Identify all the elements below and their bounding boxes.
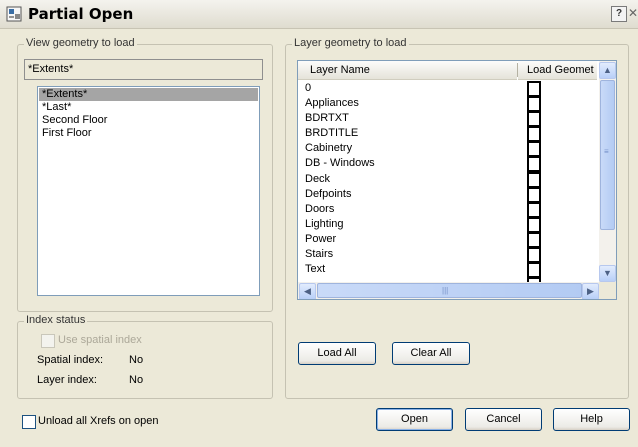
load-geometry-checkbox[interactable] (527, 81, 541, 97)
load-geometry-checkbox[interactable] (527, 186, 541, 203)
load-geometry-checkbox[interactable] (527, 156, 541, 173)
layer-name: DB - Windows (305, 157, 375, 170)
layer-name: Appliances (305, 97, 359, 110)
layer-row[interactable]: Doors (298, 201, 599, 218)
load-all-button[interactable]: Load All (298, 342, 376, 365)
horizontal-scroll-thumb[interactable]: ||| (317, 283, 582, 298)
title-help-button[interactable]: ? (611, 6, 627, 22)
use-spatial-index-label: Use spatial index (58, 334, 142, 346)
layer-row[interactable]: 0 (298, 81, 599, 97)
help-button[interactable]: Help (553, 408, 630, 431)
layer-name: BDRTXT (305, 112, 349, 125)
column-header-load-geometry-label: Load Geomet (527, 64, 594, 76)
column-header-load-geometry[interactable]: Load Geomet (518, 61, 597, 80)
layer-row[interactable]: Deck (298, 171, 599, 188)
view-list-item[interactable]: Second Floor (39, 114, 258, 127)
vertical-thumb-grip: ≡ (604, 147, 609, 156)
layer-listview[interactable]: Layer Name Load Geomet 0 Appliances BDRT… (297, 60, 617, 300)
scrollbar-corner (599, 282, 616, 299)
load-geometry-checkbox[interactable] (527, 141, 541, 158)
spatial-index-label: Spatial index: (37, 354, 104, 366)
layer-rows: 0 Appliances BDRTXT BRDTITLE Cabinetry D… (298, 81, 599, 284)
use-spatial-index-checkbox[interactable] (41, 334, 55, 348)
vertical-scroll-thumb[interactable]: ≡ (600, 80, 615, 230)
view-geometry-legend: View geometry to load (24, 37, 137, 49)
layer-row[interactable]: Appliances (298, 96, 599, 113)
layer-name: 0 (305, 82, 312, 94)
close-icon[interactable]: ✕ (628, 6, 638, 20)
layer-row[interactable]: Power (298, 231, 599, 248)
view-list-item[interactable]: First Floor (39, 127, 258, 140)
spatial-index-value: No (129, 354, 144, 366)
layer-name: Doors (305, 202, 335, 215)
load-geometry-checkbox[interactable] (527, 216, 541, 233)
load-geometry-checkbox[interactable] (527, 171, 541, 188)
column-header-layer-name-label: Layer Name (310, 64, 370, 76)
load-geometry-checkbox[interactable] (527, 201, 541, 218)
layer-name: BRDTITLE (305, 127, 359, 140)
load-geometry-checkbox[interactable] (527, 96, 541, 113)
layer-name: Cabinetry (305, 142, 353, 155)
load-geometry-checkbox[interactable] (527, 111, 541, 128)
cancel-button[interactable]: Cancel (465, 408, 542, 431)
window-title: Partial Open (28, 5, 134, 23)
current-view-value: *Extents* (28, 63, 74, 75)
layer-name: Stairs (305, 248, 334, 261)
unload-xrefs-label: Unload all Xrefs on open (38, 415, 159, 427)
layer-name: Power (305, 232, 337, 245)
layer-row[interactable]: DB - Windows (298, 156, 599, 173)
partial-open-app-icon (6, 6, 22, 22)
view-list-item[interactable]: *Last* (39, 101, 258, 114)
scroll-down-button[interactable]: ▼ (599, 265, 616, 282)
load-geometry-checkbox[interactable] (527, 247, 541, 264)
layer-row[interactable]: Lighting (298, 216, 599, 233)
layer-row[interactable]: Defpoints (298, 186, 599, 203)
layer-row[interactable]: Text (298, 262, 599, 279)
current-view-field: *Extents* (24, 59, 263, 80)
layer-row[interactable]: BDRTXT (298, 111, 599, 128)
scroll-left-button[interactable]: ◀ (299, 283, 316, 299)
clear-all-button[interactable]: Clear All (392, 342, 470, 365)
load-geometry-checkbox[interactable] (527, 231, 541, 248)
layer-name: Lighting (305, 217, 344, 230)
layer-row[interactable]: BRDTITLE (298, 126, 599, 143)
layer-name: Deck (305, 172, 331, 185)
open-button[interactable]: Open (376, 408, 453, 431)
load-geometry-checkbox[interactable] (527, 262, 541, 279)
layer-index-value: No (129, 374, 144, 386)
view-list-item[interactable]: *Extents* (39, 88, 258, 101)
index-status-legend: Index status (24, 314, 88, 326)
horizontal-scrollbar[interactable]: ◀ ||| ▶ (298, 282, 599, 299)
layer-name: Defpoints (305, 187, 352, 200)
load-geometry-checkbox[interactable] (527, 126, 541, 143)
column-header-layer-name[interactable]: Layer Name (298, 61, 517, 80)
layer-geometry-legend: Layer geometry to load (292, 37, 409, 49)
layer-index-label: Layer index: (37, 374, 97, 386)
layer-row[interactable]: Stairs (298, 247, 599, 264)
views-listbox[interactable]: *Extents* *Last* Second Floor First Floo… (37, 86, 260, 296)
scroll-right-button[interactable]: ▶ (582, 283, 599, 299)
vertical-scrollbar[interactable]: ▲ ≡ ▼ (599, 61, 616, 283)
horizontal-thumb-grip: ||| (442, 286, 449, 295)
layer-name: Text (305, 263, 326, 276)
unload-xrefs-checkbox[interactable] (22, 415, 36, 429)
layer-row[interactable]: Cabinetry (298, 141, 599, 158)
scroll-up-button[interactable]: ▲ (599, 62, 616, 79)
